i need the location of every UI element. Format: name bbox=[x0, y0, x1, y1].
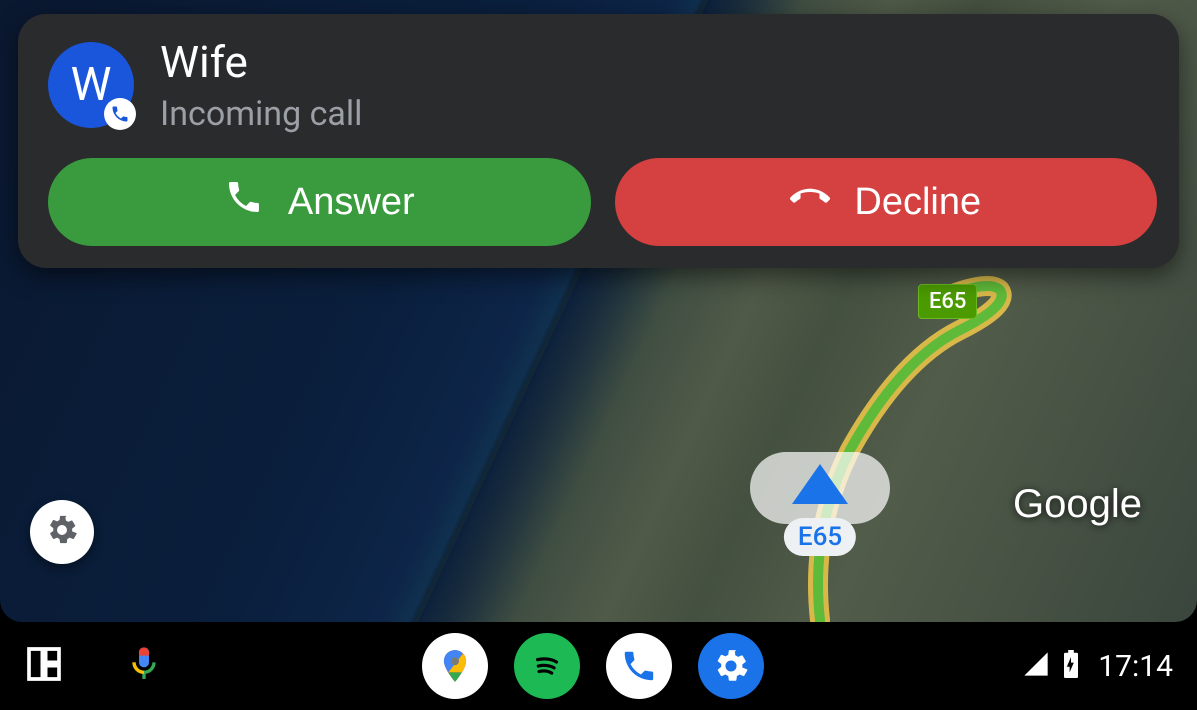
app-settings[interactable] bbox=[698, 633, 764, 699]
road-badge-upper: E65 bbox=[918, 284, 977, 319]
bottom-navbar: 17:14 bbox=[0, 622, 1197, 710]
call-header: W Wife Incoming call bbox=[48, 36, 1157, 134]
call-actions: Answer Decline bbox=[48, 158, 1157, 246]
avatar-initial: W bbox=[71, 58, 112, 112]
navbar-apps bbox=[164, 633, 1022, 699]
map-settings-button[interactable] bbox=[30, 500, 94, 564]
app-google-maps[interactable] bbox=[422, 633, 488, 699]
decline-button[interactable]: Decline bbox=[615, 158, 1158, 246]
navigation-position: E65 bbox=[750, 452, 890, 592]
caller-info: Wife Incoming call bbox=[160, 36, 362, 134]
caller-avatar: W bbox=[48, 42, 134, 128]
spotify-icon bbox=[528, 647, 566, 685]
incoming-call-card: W Wife Incoming call Answer D bbox=[18, 14, 1179, 268]
microphone-icon bbox=[124, 644, 164, 684]
dashboard-icon bbox=[24, 644, 64, 684]
navbar-left bbox=[24, 644, 164, 688]
signal-icon bbox=[1022, 650, 1050, 682]
call-status: Incoming call bbox=[160, 94, 362, 134]
decline-label: Decline bbox=[854, 181, 981, 224]
phone-icon bbox=[110, 104, 130, 124]
road-badge-current: E65 bbox=[784, 518, 856, 556]
app-phone[interactable] bbox=[606, 633, 672, 699]
avatar-phone-badge bbox=[104, 98, 136, 130]
navigation-arrow-icon bbox=[792, 464, 848, 504]
answer-button[interactable]: Answer bbox=[48, 158, 591, 246]
google-attribution: Google bbox=[1013, 480, 1173, 528]
gear-icon bbox=[45, 513, 79, 551]
clock-text: 17:14 bbox=[1098, 649, 1173, 684]
dashboard-button[interactable] bbox=[24, 644, 64, 688]
settings-app-icon bbox=[712, 647, 750, 685]
maps-pin-icon bbox=[436, 647, 474, 685]
phone-app-icon bbox=[620, 647, 658, 685]
battery-charging-icon bbox=[1064, 650, 1078, 682]
app-spotify[interactable] bbox=[514, 633, 580, 699]
microphone-button[interactable] bbox=[124, 644, 164, 688]
navbar-status: 17:14 bbox=[1022, 649, 1173, 684]
answer-label: Answer bbox=[288, 181, 415, 224]
caller-name: Wife bbox=[160, 36, 362, 88]
phone-decline-icon bbox=[790, 177, 830, 227]
phone-answer-icon bbox=[224, 177, 264, 227]
android-auto-screen: E65 E65 Google W Wife Incomin bbox=[0, 0, 1197, 710]
